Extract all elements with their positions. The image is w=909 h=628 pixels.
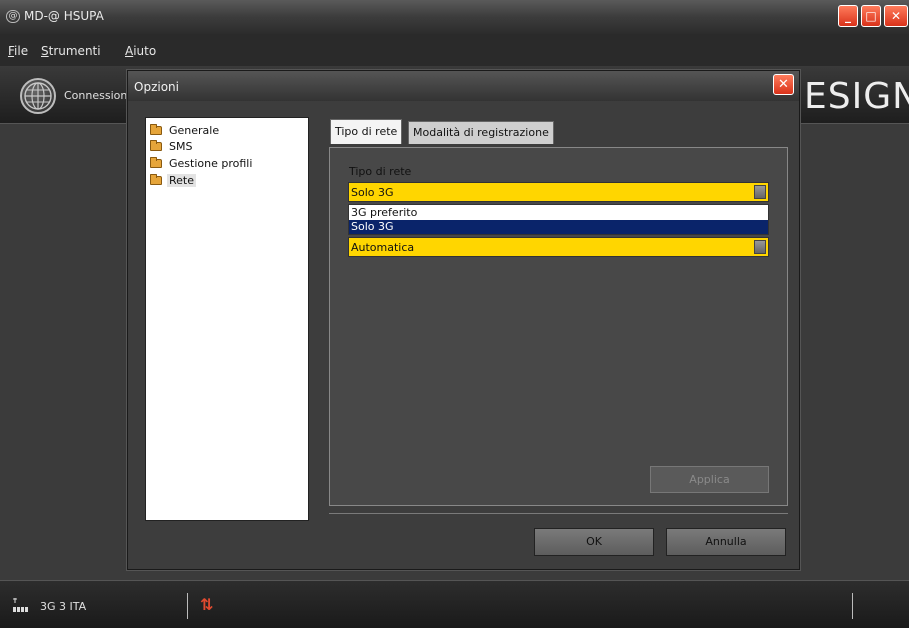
folder-icon	[150, 139, 162, 151]
brand-logo: ESIGN	[804, 76, 909, 117]
folder-open-icon	[150, 173, 162, 185]
dialog-titlebar[interactable]: Opzioni ✕	[128, 71, 799, 101]
tab-panel: Tipo di rete Solo 3G 3G preferito Solo 3…	[329, 147, 788, 506]
network-status: 3G 3 ITA	[40, 600, 87, 613]
menu-help[interactable]: Aiuto	[125, 44, 156, 58]
chevron-down-icon[interactable]	[754, 240, 766, 254]
menu-tools[interactable]: Strumenti	[41, 44, 101, 58]
connect-label[interactable]: Connession	[64, 89, 127, 102]
apply-button[interactable]: Applica	[650, 466, 769, 493]
app-logo-icon: @	[6, 10, 20, 23]
network-type-label: Tipo di rete	[349, 165, 412, 178]
dialog-divider	[329, 513, 788, 514]
dropdown-option-solo-3g[interactable]: Solo 3G	[349, 220, 768, 234]
menu-bar: File Strumenti Aiuto	[0, 34, 909, 66]
tree-item-gestione-profili[interactable]: Gestione profili	[150, 155, 254, 171]
folder-icon	[150, 123, 162, 135]
registration-mode-select[interactable]: Automatica	[348, 237, 769, 257]
tree-item-rete[interactable]: Rete	[150, 172, 196, 188]
maximize-button[interactable]: □	[861, 5, 881, 27]
options-tree: Generale SMS Gestione profili Rete	[145, 117, 309, 521]
globe-icon[interactable]	[20, 78, 56, 114]
close-button[interactable]: ✕	[884, 5, 908, 27]
menu-file[interactable]: File	[8, 44, 28, 58]
cancel-button[interactable]: Annulla	[666, 528, 786, 556]
folder-icon	[150, 156, 162, 168]
status-divider	[852, 593, 853, 619]
status-bar: 3G 3 ITA ⇅	[0, 580, 909, 628]
minimize-button[interactable]: _	[838, 5, 858, 27]
ok-button[interactable]: OK	[534, 528, 654, 556]
app-title: MD-@ HSUPA	[24, 9, 104, 23]
up-down-arrows-icon: ⇅	[200, 595, 214, 614]
signal-strength-icon	[13, 598, 28, 612]
chevron-down-icon[interactable]	[754, 185, 766, 199]
status-divider	[187, 593, 188, 619]
network-type-dropdown: 3G preferito Solo 3G	[348, 204, 769, 235]
options-dialog: Opzioni ✕ Generale SMS Gestione profili …	[127, 70, 800, 570]
tree-item-sms[interactable]: SMS	[150, 138, 194, 154]
tab-modalita-registrazione[interactable]: Modalità di registrazione	[408, 121, 554, 144]
network-type-select[interactable]: Solo 3G	[348, 182, 769, 202]
tab-tipo-di-rete[interactable]: Tipo di rete	[330, 119, 403, 144]
dropdown-option-3g-preferito[interactable]: 3G preferito	[349, 206, 768, 220]
dialog-title: Opzioni	[134, 80, 179, 94]
tree-item-generale[interactable]: Generale	[150, 122, 221, 138]
dialog-close-button[interactable]: ✕	[773, 74, 794, 95]
app-titlebar: @ MD-@ HSUPA _ □ ✕	[0, 0, 909, 34]
